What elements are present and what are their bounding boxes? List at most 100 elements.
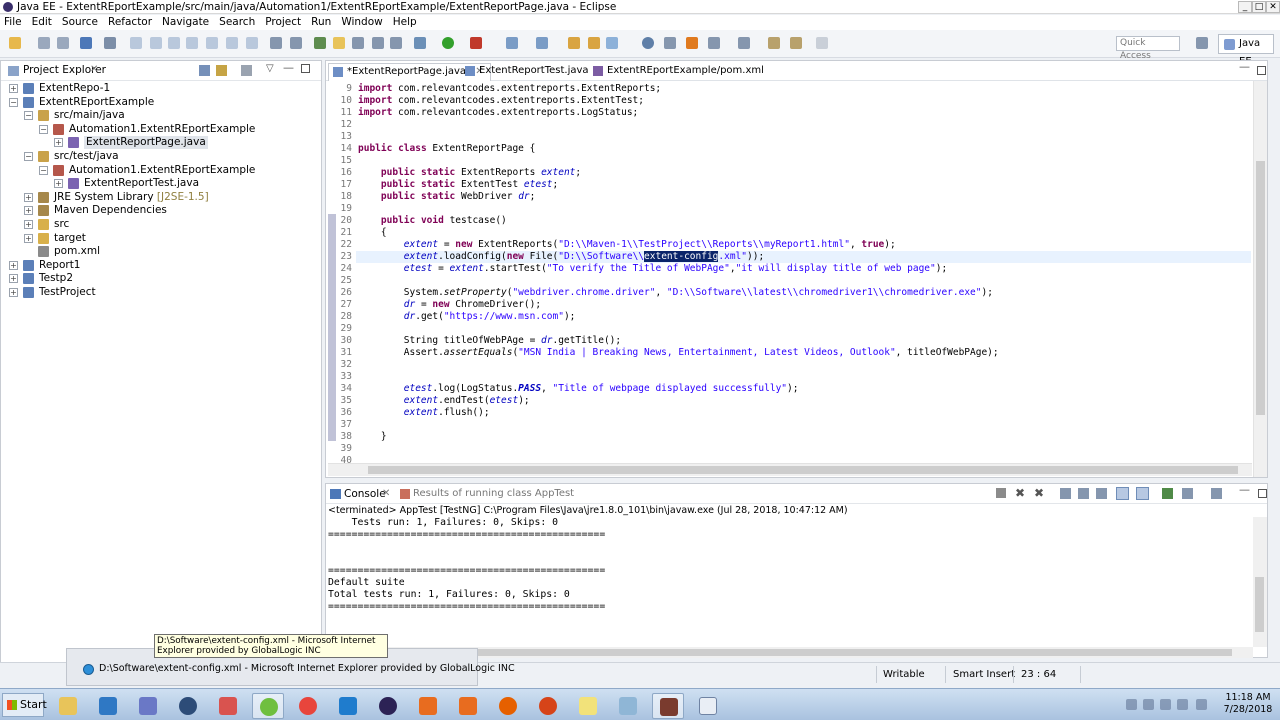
tray-icon[interactable] <box>1143 699 1154 710</box>
code-line[interactable]: import com.relevantcodes.extentreports.L… <box>358 107 638 119</box>
code-line[interactable]: import com.relevantcodes.extentreports.E… <box>358 95 644 107</box>
taskbar-firefox[interactable] <box>492 693 524 719</box>
debug-icon[interactable] <box>414 37 426 49</box>
tab-testng-results[interactable]: Results of running class AppTest <box>413 488 574 499</box>
scroll-thumb[interactable] <box>1256 161 1265 415</box>
minimize-view-icon[interactable]: — <box>283 61 294 74</box>
new-server-icon[interactable] <box>314 37 326 49</box>
expand-icon[interactable]: + <box>24 233 33 243</box>
code-line[interactable]: dr = new ChromeDriver(); <box>358 299 541 311</box>
perspective-java-ee-button[interactable]: Java EE <box>1218 34 1274 67</box>
link-with-editor-icon[interactable] <box>216 65 227 76</box>
forward-icon[interactable] <box>816 37 828 49</box>
menu-file[interactable]: File <box>0 15 27 30</box>
show-on-stderr-icon[interactable] <box>1136 487 1149 500</box>
remove-launch-icon[interactable]: ✖ <box>1015 486 1025 500</box>
open-task-icon[interactable] <box>588 37 600 49</box>
console-vertical-scrollbar[interactable] <box>1253 517 1267 647</box>
system-clock[interactable]: 11:18 AM 7/28/2018 <box>1218 692 1278 716</box>
filter-icon[interactable] <box>241 65 252 76</box>
taskbar-eclipse[interactable] <box>372 693 404 719</box>
maximize-console-icon[interactable] <box>1258 489 1267 498</box>
taskbar-app-15[interactable] <box>612 693 644 719</box>
taskbar-outlook[interactable] <box>92 693 124 719</box>
scroll-lock-icon[interactable] <box>1078 488 1089 499</box>
show-whitespace-icon[interactable] <box>372 37 384 49</box>
open-perspective-icon[interactable] <box>1196 37 1208 49</box>
step-return-icon[interactable] <box>246 37 258 49</box>
code-line[interactable]: extent.endTest(etest); <box>358 395 530 407</box>
collapse-icon[interactable]: − <box>9 97 18 107</box>
word-wrap-icon[interactable] <box>1096 488 1107 499</box>
drop-to-frame-icon[interactable] <box>270 37 282 49</box>
word-wrap-icon[interactable] <box>390 37 402 49</box>
status-insert-mode[interactable]: Smart Insert <box>953 667 1015 682</box>
collapse-icon[interactable]: − <box>24 152 33 161</box>
step-over-icon[interactable] <box>226 37 238 49</box>
new-icon[interactable] <box>9 37 21 49</box>
menu-search[interactable]: Search <box>214 15 260 30</box>
maximize-button[interactable]: □ <box>1252 1 1266 13</box>
code-line[interactable]: extent.loadConfig(new File("D:\\Software… <box>358 251 764 263</box>
open-type-icon[interactable] <box>568 37 580 49</box>
save-icon[interactable] <box>38 37 50 49</box>
expand-icon[interactable]: + <box>54 179 63 189</box>
code-line[interactable]: Assert.assertEquals("MSN India | Breakin… <box>358 347 999 359</box>
taskbar-app-4[interactable] <box>172 693 204 719</box>
volume-icon[interactable] <box>1196 699 1207 710</box>
expand-icon[interactable]: + <box>9 288 18 297</box>
last-edit-icon[interactable] <box>768 37 780 49</box>
code-line[interactable]: import com.relevantcodes.extentreports.E… <box>358 83 661 95</box>
run-icon[interactable] <box>442 37 454 49</box>
collapse-all-icon[interactable] <box>199 65 210 76</box>
minimize-console-icon[interactable]: — <box>1239 483 1250 496</box>
minimize-editor-icon[interactable]: — <box>1239 60 1250 73</box>
taskbar-app-10[interactable] <box>412 693 444 719</box>
code-line[interactable]: public class ExtentReportPage { <box>358 143 535 155</box>
step-into-icon[interactable] <box>206 37 218 49</box>
project-explorer-tab[interactable]: Project Explorer ✕ ▽ — <box>1 61 321 81</box>
expand-icon[interactable]: + <box>54 138 63 148</box>
maximize-editor-icon[interactable] <box>1257 66 1266 75</box>
pin-console-icon[interactable] <box>1162 488 1173 499</box>
collapse-icon[interactable]: − <box>39 124 48 134</box>
start-button[interactable]: Start <box>2 693 47 717</box>
expand-icon[interactable]: + <box>9 84 18 93</box>
suspend-icon[interactable] <box>150 37 162 49</box>
tray-icon[interactable] <box>1160 699 1171 710</box>
save-all-icon[interactable] <box>57 37 69 49</box>
code-line[interactable]: System.setProperty("webdriver.chrome.dri… <box>358 287 993 299</box>
disconnect-icon[interactable] <box>186 37 198 49</box>
scroll-thumb[interactable] <box>1255 577 1264 632</box>
tab-pom-xml[interactable]: ExtentREportExample/pom.xml <box>589 63 764 81</box>
code-line[interactable]: String titleOfWebPAge = dr.getTitle(); <box>358 335 621 347</box>
menu-edit[interactable]: Edit <box>27 15 57 30</box>
code-line[interactable]: etest = extent.startTest("To verify the … <box>358 263 947 275</box>
view-menu-icon[interactable]: ▽ <box>266 63 274 74</box>
terminate-icon[interactable] <box>996 488 1006 498</box>
expand-icon[interactable]: + <box>24 206 33 216</box>
menu-window[interactable]: Window <box>336 15 387 30</box>
external-tools-icon[interactable] <box>470 37 482 49</box>
show-hidden-icons-icon[interactable] <box>1126 699 1137 710</box>
maximize-view-icon[interactable] <box>301 64 310 73</box>
code-line[interactable]: public static ExtentTest etest; <box>358 179 558 191</box>
open-console-icon[interactable] <box>1211 488 1222 499</box>
new-package-icon[interactable] <box>536 37 548 49</box>
code-line[interactable]: { <box>358 227 387 239</box>
collapse-icon[interactable]: − <box>24 111 33 121</box>
code-line[interactable]: public static ExtentReports extent; <box>358 167 581 179</box>
block-selection-icon[interactable] <box>352 37 364 49</box>
taskbar-chrome[interactable] <box>292 693 324 719</box>
expand-icon[interactable]: + <box>24 220 33 229</box>
network-icon[interactable] <box>1177 699 1188 710</box>
mark-occurrences-icon[interactable] <box>333 37 345 49</box>
menu-source[interactable]: Source <box>57 15 103 30</box>
tab-console[interactable]: Console <box>344 488 386 500</box>
code-line[interactable]: extent.flush(); <box>358 407 490 419</box>
back-icon[interactable] <box>790 37 802 49</box>
globe-icon[interactable] <box>642 37 654 49</box>
expand-icon[interactable]: + <box>9 274 18 284</box>
close-console-icon[interactable]: ✕ <box>382 488 390 499</box>
code-area[interactable]: import com.relevantcodes.extentreports.E… <box>358 83 1258 463</box>
